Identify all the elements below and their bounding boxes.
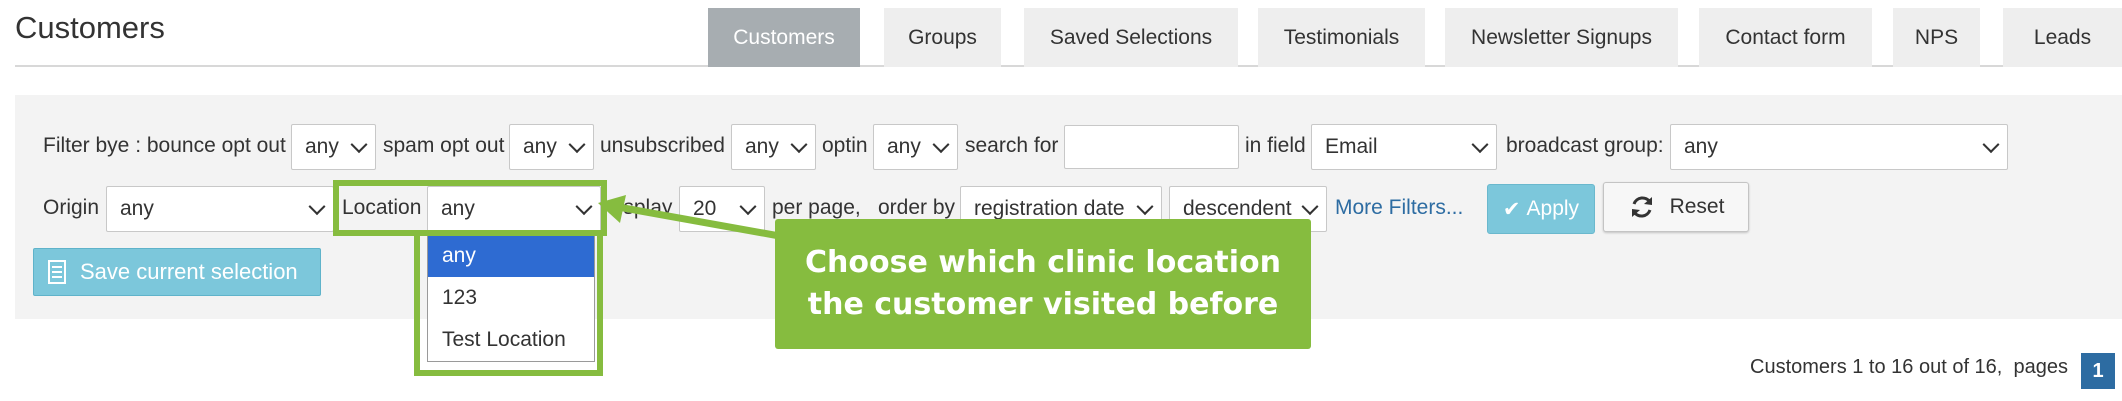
tab-leads[interactable]: Leads [2003,8,2122,67]
callout-line-2: the customer visited before [807,287,1279,322]
location-label: Location [342,196,422,219]
bounce-select[interactable]: any [291,124,376,170]
unsub-value: any [745,135,779,158]
tab-customers[interactable]: Customers [708,8,860,67]
apply-button[interactable]: ✔ Apply [1487,184,1595,234]
bounce-value: any [305,135,339,158]
callout-box: Choose which clinic location the custome… [775,219,1311,349]
broadcast-value: any [1684,135,1718,158]
more-filters-link[interactable]: More Filters... [1335,196,1463,220]
broadcast-select[interactable]: any [1670,124,2008,170]
callout-line-1: Choose which clinic location [805,245,1281,280]
field-label: in field [1245,134,1306,157]
spam-label: spam opt out [383,134,505,157]
search-label: search for [965,134,1059,157]
apply-label: Apply [1526,197,1580,220]
tab-saved-selections[interactable]: Saved Selections [1024,8,1238,67]
origin-select[interactable]: any [106,186,334,232]
origin-value: any [120,197,154,220]
tab-groups[interactable]: Groups [884,8,1001,67]
unsub-select[interactable]: any [731,124,816,170]
tab-newsletter-signups[interactable]: Newsletter Signups [1445,8,1678,67]
document-icon [48,260,66,284]
chevron-down-icon [1471,136,1489,154]
orderby-value: registration date [974,197,1125,220]
chevron-down-icon [932,136,950,154]
callout-arrow [598,195,786,241]
field-select[interactable]: Email [1311,124,1497,170]
pagination-summary: Customers 1 to 16 out of 16, [1750,356,2003,378]
unsub-label: unsubscribed [600,134,725,157]
chevron-down-icon [308,198,326,216]
origin-label: Origin [43,196,100,219]
reset-button[interactable]: Reset [1603,182,1749,232]
location-value: any [441,197,475,220]
tab-testimonials[interactable]: Testimonials [1258,8,1425,67]
spam-select[interactable]: any [509,124,594,170]
save-selection-button[interactable]: Save current selection [33,248,321,296]
tab-nps[interactable]: NPS [1893,8,1980,67]
check-icon: ✔ [1502,197,1521,221]
chevron-down-icon [568,136,586,154]
location-option-test-location[interactable]: Test Location [428,319,594,361]
chevron-down-icon [350,136,368,154]
orderby-label: order by [878,196,956,219]
chevron-down-icon [1982,136,2000,154]
location-select[interactable]: any [427,186,601,232]
save-selection-label: Save current selection [80,259,298,284]
pages-label: pages [2013,356,2069,378]
direction-value: descendent [1183,197,1292,220]
optin-label: optin [822,134,868,157]
search-input[interactable] [1064,125,1239,169]
location-option-any[interactable]: any [428,235,594,277]
pagination: Customers 1 to 16 out of 16, pages [1750,356,2068,379]
chevron-down-icon [1301,198,1319,216]
broadcast-label: broadcast group: [1506,134,1664,157]
location-dropdown: any 123 Test Location [427,234,595,362]
chevron-down-icon [790,136,808,154]
bounce-label: Filter bye : bounce opt out [43,134,286,157]
refresh-icon [1628,193,1656,221]
location-option-123[interactable]: 123 [428,277,594,319]
spam-value: any [523,135,557,158]
page-1-button[interactable]: 1 [2081,353,2115,389]
chevron-down-icon [1136,198,1154,216]
field-value: Email [1325,135,1378,158]
tab-contact-form[interactable]: Contact form [1699,8,1872,67]
reset-label: Reset [1669,195,1725,218]
optin-select[interactable]: any [873,124,958,170]
page-title: Customers [15,10,165,45]
optin-value: any [887,135,921,158]
